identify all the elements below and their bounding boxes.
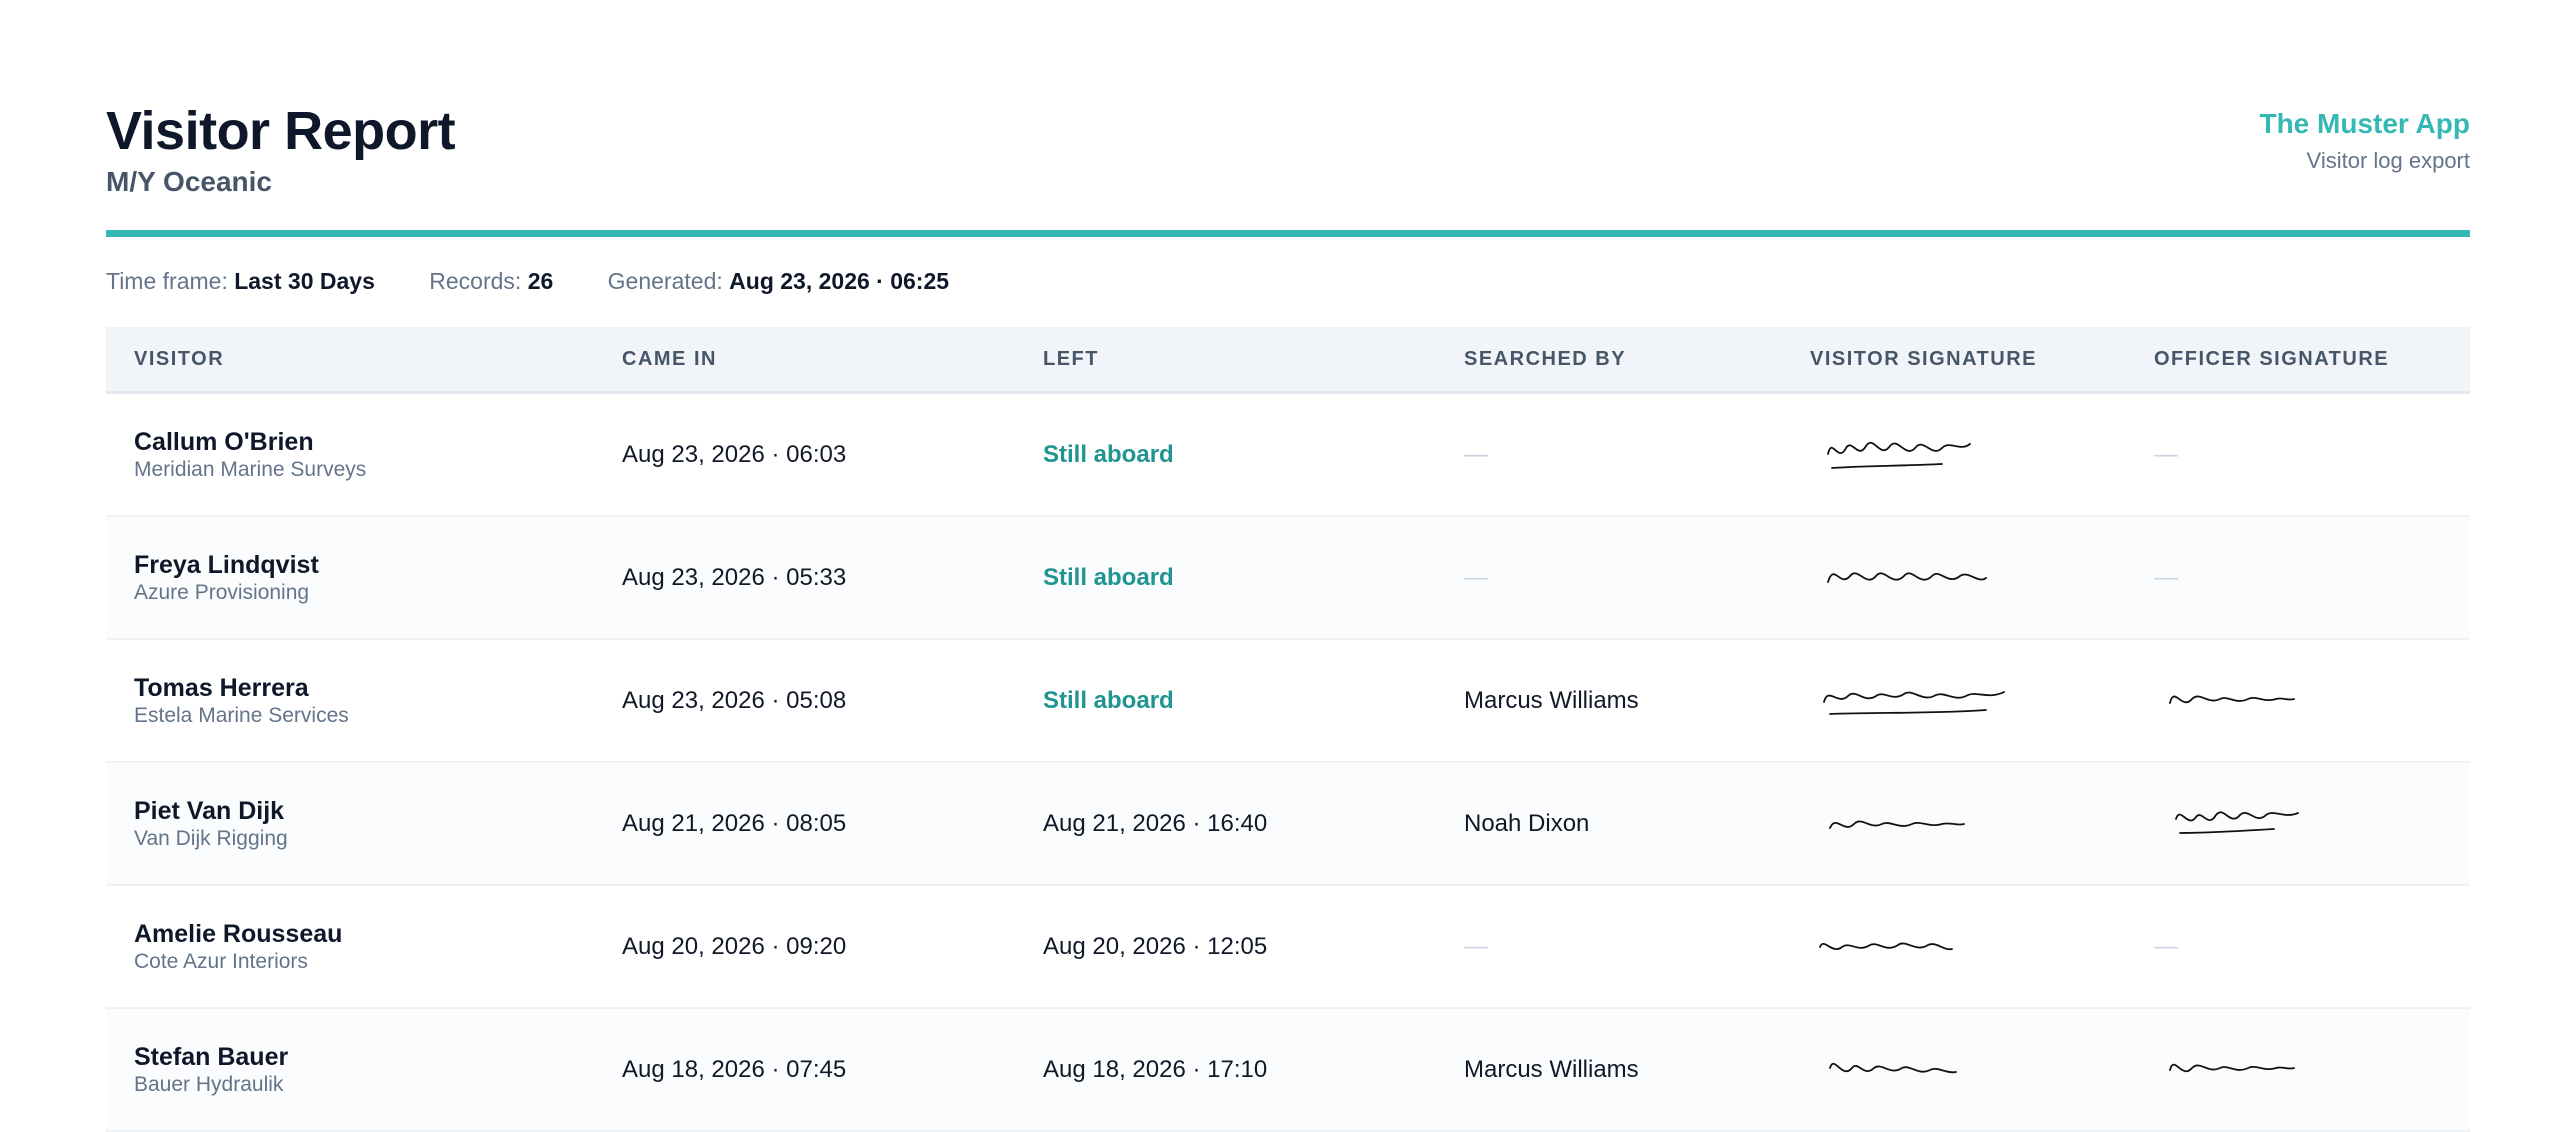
- visitor-signature-image: [1827, 441, 1971, 469]
- table-row: Callum O'Brien Meridian Marine Surveys A…: [106, 394, 2470, 517]
- came-in-cell: Aug 23, 2026 · 05:08: [622, 686, 847, 714]
- searched-by-cell: —: [1464, 440, 1488, 468]
- left-cell: Aug 21, 2026 · 16:40: [1043, 809, 1268, 837]
- column-header-came-in: CAME IN: [622, 348, 717, 370]
- officer-signature-image: [2169, 695, 2295, 704]
- table-row: Tomas Herrera Estela Marine Services Aug…: [106, 640, 2470, 763]
- left-cell: Aug 20, 2026 · 12:05: [1043, 932, 1268, 960]
- column-header-visitor: VISITOR: [134, 348, 225, 370]
- visitor-company: Cote Azur Interiors: [134, 949, 308, 973]
- came-in-cell: Aug 23, 2026 · 06:03: [622, 440, 847, 468]
- searched-by-cell: Marcus Williams: [1464, 686, 1639, 714]
- searched-by-cell: Marcus Williams: [1464, 1055, 1639, 1083]
- visitor-name: Tomas Herrera: [134, 673, 309, 702]
- visitor-company: Meridian Marine Surveys: [134, 457, 367, 481]
- meta-records: Records: 26: [429, 268, 553, 295]
- report-header: Visitor Report M/Y Oceanic The Muster Ap…: [106, 96, 2470, 236]
- meta-generated: Generated: Aug 23, 2026 · 06:25: [608, 268, 949, 295]
- searched-by-cell: Noah Dixon: [1464, 809, 1590, 837]
- came-in-cell: Aug 20, 2026 · 09:20: [622, 932, 847, 960]
- vessel-name: M/Y Oceanic: [106, 166, 273, 197]
- visitor-name: Stefan Bauer: [134, 1042, 289, 1071]
- visitor-company: Van Dijk Rigging: [134, 826, 288, 850]
- visitor-signature-cell: [1810, 394, 1990, 515]
- meta-generated-label: Generated:: [607, 268, 723, 294]
- visitor-name: Piet Van Dijk: [134, 796, 285, 825]
- visitor-company: Azure Provisioning: [134, 580, 310, 604]
- visitor-name: Amelie Rousseau: [134, 919, 343, 948]
- came-in-cell: Aug 23, 2026 · 05:33: [622, 563, 847, 591]
- left-cell: Still aboard: [1043, 686, 1174, 714]
- table-row: Amelie Rousseau Cote Azur Interiors Aug …: [106, 886, 2470, 1009]
- meta-generated-value: Aug 23, 2026 · 06:25: [729, 268, 950, 294]
- searched-by-cell: —: [1464, 932, 1488, 960]
- came-in-cell: Aug 18, 2026 · 07:45: [622, 1055, 847, 1083]
- visitor-cell: Piet Van Dijk Van Dijk Rigging: [134, 763, 288, 884]
- visitor-signature-cell: [1810, 640, 2018, 761]
- column-header-left: LEFT: [1043, 348, 1099, 370]
- visitor-signature-cell: [1810, 517, 2002, 638]
- table-row: Freya Lindqvist Azure Provisioning Aug 2…: [106, 517, 2470, 640]
- left-cell: Aug 18, 2026 · 17:10: [1043, 1055, 1268, 1083]
- visitor-cell: Stefan Bauer Bauer Hydraulik: [134, 1009, 288, 1130]
- officer-signature-cell: [2154, 640, 2304, 761]
- came-in-cell: Aug 21, 2026 · 08:05: [622, 809, 847, 837]
- visitor-signature-image: [1819, 942, 1953, 950]
- visitor-cell: Freya Lindqvist Azure Provisioning: [134, 517, 319, 638]
- column-header-visitor-signature: VISITOR SIGNATURE: [1810, 348, 2038, 370]
- meta-records-value: 26: [527, 268, 554, 294]
- visitor-signature-image: [1823, 690, 2005, 715]
- visitor-company: Estela Marine Services: [134, 703, 349, 727]
- visitor-signature-image: [1827, 572, 1987, 583]
- visitor-cell: Tomas Herrera Estela Marine Services: [134, 640, 349, 761]
- meta-timeframe-value: Last 30 Days: [234, 268, 375, 294]
- officer-signature-cell: [2154, 1009, 2304, 1130]
- visitor-signature-image: [1829, 1062, 1957, 1073]
- visitor-cell: Amelie Rousseau Cote Azur Interiors: [134, 886, 342, 1007]
- meta-timeframe-label: Time frame:: [106, 268, 228, 294]
- officer-signature-image: [2169, 1063, 2295, 1072]
- table-header: VISITOR CAME IN LEFT SEARCHED BY VISITOR…: [106, 327, 2470, 394]
- officer-signature-image: [2175, 811, 2299, 834]
- visitor-signature-image: [1829, 820, 1965, 829]
- column-header-officer-signature: OFFICER SIGNATURE: [2154, 348, 2390, 370]
- visitor-table: VISITOR CAME IN LEFT SEARCHED BY VISITOR…: [106, 327, 2470, 1132]
- searched-by-cell: —: [1464, 563, 1488, 591]
- visitor-signature-cell: [1810, 1009, 1974, 1130]
- visitor-cell: Callum O'Brien Meridian Marine Surveys: [134, 394, 366, 515]
- visitor-signature-cell: [1810, 763, 1974, 884]
- visitor-report-page: Visitor Report M/Y Oceanic The Muster Ap…: [0, 0, 2576, 1132]
- visitor-name: Callum O'Brien: [134, 427, 314, 456]
- officer-signature-cell: —: [2154, 932, 2178, 960]
- meta-records-label: Records:: [429, 268, 522, 294]
- report-meta: Time frame: Last 30 Days Records: 26 Gen…: [106, 268, 997, 295]
- visitor-name: Freya Lindqvist: [134, 550, 319, 579]
- table-row: Stefan Bauer Bauer Hydraulik Aug 18, 202…: [106, 1009, 2470, 1132]
- officer-signature-cell: —: [2154, 563, 2178, 591]
- visitor-company: Bauer Hydraulik: [134, 1072, 284, 1096]
- header-divider: [106, 230, 2470, 237]
- brand-name: The Muster App: [2259, 108, 2470, 139]
- brand-subtitle: Visitor log export: [2306, 148, 2470, 173]
- left-cell: Still aboard: [1043, 563, 1174, 591]
- page-title: Visitor Report: [106, 101, 456, 161]
- visitor-signature-cell: [1810, 886, 1964, 1007]
- column-header-searched-by: SEARCHED BY: [1464, 348, 1627, 370]
- table-row: Piet Van Dijk Van Dijk Rigging Aug 21, 2…: [106, 763, 2470, 886]
- left-cell: Still aboard: [1043, 440, 1174, 468]
- officer-signature-cell: [2154, 763, 2310, 884]
- officer-signature-cell: —: [2154, 440, 2178, 468]
- meta-timeframe: Time frame: Last 30 Days: [106, 268, 375, 295]
